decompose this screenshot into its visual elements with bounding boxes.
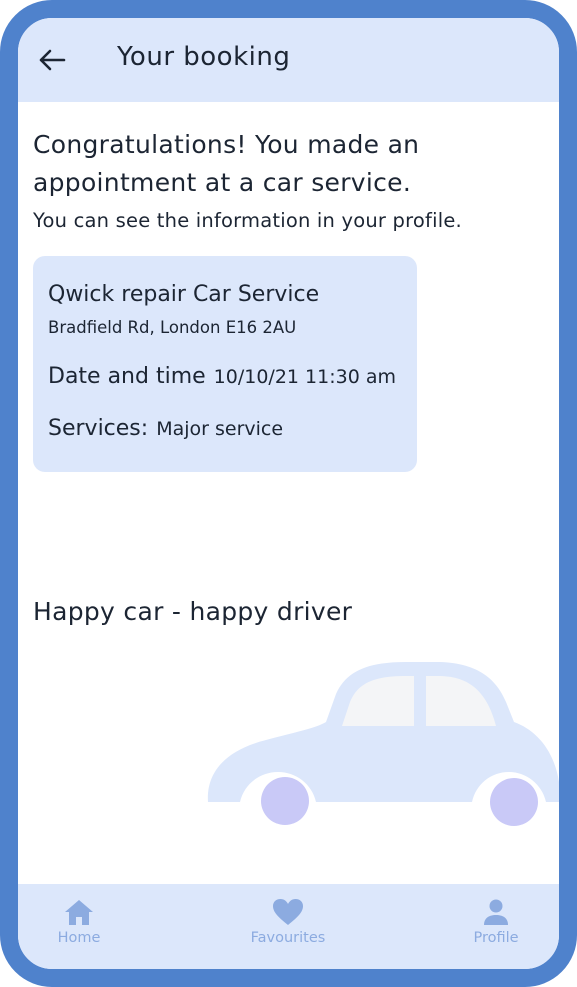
booking-card: Qwick repair Car Service Bradfield Rd, L… (33, 256, 417, 472)
nav-label-home: Home (57, 930, 101, 946)
confirmation-subtext: You can see the information in your prof… (33, 209, 462, 232)
services-row: Services: Major service (48, 416, 283, 441)
user-icon (484, 899, 508, 925)
confirmation-headline: Congratulations! You made an appointment… (33, 130, 420, 197)
heart-icon (273, 899, 303, 925)
car-illustration (207, 662, 559, 826)
nav-label-profile: Profile (473, 930, 519, 946)
nav-item-profile[interactable]: Profile (468, 898, 524, 946)
nav-item-favourites[interactable]: Favourites (246, 898, 330, 946)
services-value: Major service (156, 418, 284, 440)
service-address: Bradfield Rd, London E16 2AU (48, 318, 297, 337)
bottom-nav: Home Favourites Profile (18, 884, 559, 969)
tagline: Happy car - happy driver (33, 597, 353, 626)
page-title: Your booking (117, 42, 291, 72)
nav-item-home[interactable]: Home (53, 898, 105, 946)
arrow-left-icon (39, 49, 66, 71)
nav-label-favourites: Favourites (250, 930, 326, 946)
app-header: Your booking (18, 18, 559, 102)
service-name: Qwick repair Car Service (48, 282, 320, 307)
back-button[interactable] (34, 42, 70, 78)
phone-frame: Your booking Congratulations! You made a… (0, 0, 577, 987)
datetime-row: Date and time 10/10/21 11:30 am (48, 364, 396, 389)
home-icon (65, 900, 93, 925)
datetime-label: Date and time (48, 364, 206, 389)
datetime-value: 10/10/21 11:30 am (213, 366, 396, 388)
services-label: Services: (48, 416, 149, 441)
